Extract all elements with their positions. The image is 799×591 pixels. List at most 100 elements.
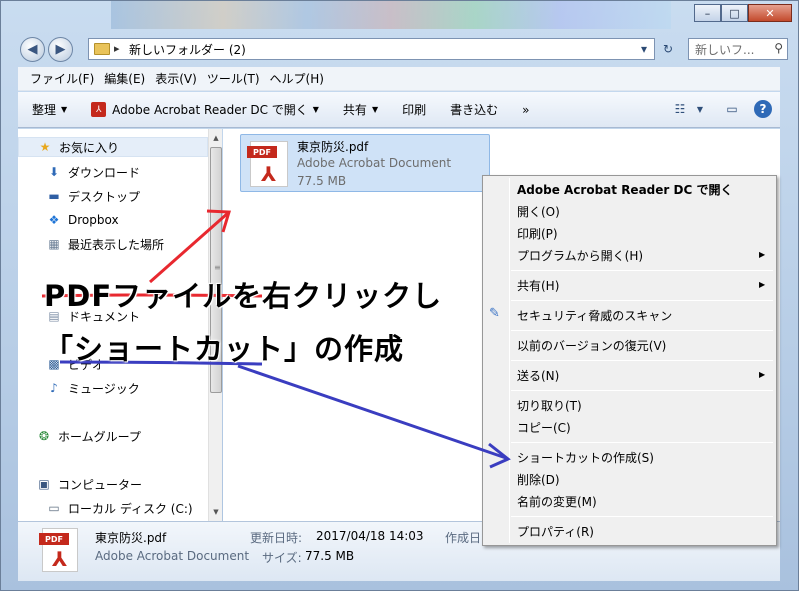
sidebar-item-label: デスクトップ <box>68 189 141 204</box>
pdf-file-icon: PDF ⅄ <box>39 528 78 572</box>
menu-open-with[interactable]: プログラムから開く(H) <box>517 247 643 264</box>
more-commands-button[interactable]: » <box>522 103 529 117</box>
menu-separator <box>511 300 773 301</box>
grip-icon: ≡ <box>214 263 221 272</box>
menu-properties[interactable]: プロパティ(R) <box>517 523 594 540</box>
menu-rename[interactable]: 名前の変更(M) <box>517 493 597 510</box>
menu-delete[interactable]: 削除(D) <box>517 471 560 488</box>
burn-label: 書き込む <box>450 103 499 117</box>
sidebar-item-label: 最近表示した場所 <box>68 237 165 252</box>
chevron-down-icon: ▼ <box>61 105 68 114</box>
menu-security-scan[interactable]: セキュリティ脅威のスキャン <box>517 307 672 324</box>
maximize-button[interactable]: □ <box>721 4 748 22</box>
preview-pane-icon[interactable]: ▭ <box>722 100 742 118</box>
open-with-label: Adobe Acrobat Reader DC で開く <box>112 103 308 117</box>
scroll-up-icon[interactable]: ▲ <box>210 131 222 145</box>
print-button[interactable]: 印刷 <box>402 101 426 118</box>
close-button[interactable]: ✕ <box>748 4 792 22</box>
back-button[interactable]: ◀ <box>20 37 45 62</box>
search-box[interactable]: 新しいフ... ⚲ <box>688 38 788 60</box>
sidebar-scrollbar[interactable]: ▲ ≡ ▼ <box>208 129 222 521</box>
details-modified-value: 2017/04/18 14:03 <box>316 529 424 543</box>
chevron-down-icon: ▼ <box>312 105 319 114</box>
menu-create-shortcut[interactable]: ショートカットの作成(S) <box>517 449 654 466</box>
sidebar-item-computer[interactable]: ▣ コンピューター <box>36 474 142 494</box>
share-button[interactable]: 共有 ▼ <box>343 101 378 118</box>
menu-open[interactable]: 開く(O) <box>517 203 560 220</box>
acrobat-icon: ⅄ <box>91 102 107 117</box>
context-menu: Adobe Acrobat Reader DC で開く 開く(O) 印刷(P) … <box>482 175 777 546</box>
forward-button[interactable]: ▶ <box>48 37 73 62</box>
address-bar[interactable]: ▸ 新しいフォルダー (2) <box>88 38 655 60</box>
sidebar-item-music[interactable]: ♪ ミュージック <box>46 378 140 398</box>
chevron-down-icon: ▼ <box>371 105 379 114</box>
menu-print[interactable]: 印刷(P) <box>517 225 558 242</box>
menu-separator <box>511 330 773 331</box>
organize-button[interactable]: 整理 ▼ <box>32 101 67 118</box>
menu-restore-versions[interactable]: 以前のバージョンの復元(V) <box>517 337 666 354</box>
refresh-button[interactable]: ↻ <box>657 38 679 60</box>
chevron-down-icon[interactable]: ▼ <box>690 100 710 118</box>
menu-view[interactable]: 表示(V) <box>155 70 197 87</box>
music-icon: ♪ <box>50 381 58 395</box>
menu-separator <box>511 442 773 443</box>
sidebar-item-downloads[interactable]: ⬇ ダウンロード <box>46 162 140 182</box>
command-bar: 整理 ▼ ⅄ Adobe Acrobat Reader DC で開く ▼ 共有 ▼ 印刷… <box>18 92 780 128</box>
back-arrow-icon: ◀ <box>27 42 38 57</box>
homegroup-icon: ❂ <box>38 429 50 443</box>
breadcrumb-folder[interactable]: 新しいフォルダー (2) <box>129 41 246 58</box>
sidebar-item-label: ミュージック <box>68 381 140 396</box>
drive-icon: ▭ <box>48 501 60 515</box>
menu-cut[interactable]: 切り取り(T) <box>517 397 582 414</box>
details-created-label: 作成日 <box>445 531 482 545</box>
chevron-down-icon: ▾ <box>640 42 648 56</box>
search-icon[interactable]: ⚲ <box>774 41 783 55</box>
view-controls: ☷ ▼ ▭ ? <box>658 100 772 118</box>
menu-file[interactable]: ファイル(F) <box>30 70 94 87</box>
forward-arrow-icon: ▶ <box>55 42 66 57</box>
menu-separator <box>511 360 773 361</box>
menu-share[interactable]: 共有(H) <box>517 277 559 294</box>
menu-copy[interactable]: コピー(C) <box>517 419 571 436</box>
menu-help[interactable]: ヘルプ(H) <box>270 70 324 87</box>
search-input[interactable]: 新しいフ... <box>695 41 754 58</box>
menu-send-to[interactable]: 送る(N) <box>517 367 559 384</box>
file-size: 77.5 MB <box>297 174 347 188</box>
breadcrumb-chevron-icon[interactable]: ▸ <box>114 42 120 55</box>
menu-open-acrobat[interactable]: Adobe Acrobat Reader DC で開く <box>517 181 732 198</box>
sidebar-item-local-disk[interactable]: ▭ ローカル ディスク (C:) <box>46 498 192 518</box>
sidebar-item-favorites[interactable]: ★ お気に入り <box>18 137 208 157</box>
sidebar-item-label: ホームグループ <box>58 429 141 444</box>
submenu-arrow-icon: ▶ <box>759 280 766 289</box>
dropbox-icon: ❖ <box>48 213 60 227</box>
address-dropdown-button[interactable]: ▾ <box>633 38 655 60</box>
help-icon[interactable]: ? <box>754 100 772 118</box>
sidebar-item-label: お気に入り <box>59 140 120 155</box>
pdf-label: PDF <box>39 533 69 545</box>
minimize-button[interactable]: – <box>694 4 721 22</box>
burn-button[interactable]: 書き込む <box>450 101 498 118</box>
details-file-name: 東京防災.pdf <box>95 531 167 545</box>
window-controls: – □ ✕ <box>694 4 792 22</box>
sidebar-item-homegroup[interactable]: ❂ ホームグループ <box>36 426 141 446</box>
refresh-icon: ↻ <box>662 42 674 56</box>
details-modified-label: 更新日時: <box>250 531 303 545</box>
sidebar-item-dropbox[interactable]: ❖ Dropbox <box>46 210 119 230</box>
scroll-down-icon[interactable]: ▼ <box>210 505 222 519</box>
menu-edit[interactable]: 編集(E) <box>104 70 145 87</box>
annotation-line-1: PDFファイルを右クリックし <box>44 279 443 313</box>
file-item[interactable]: PDF ⅄ 東京防災.pdf Adobe Acrobat Document 77… <box>240 134 490 192</box>
menu-tools[interactable]: ツール(T) <box>207 70 260 87</box>
recent-places-icon: ▦ <box>48 237 60 251</box>
print-label: 印刷 <box>402 103 427 117</box>
open-with-acrobat-button[interactable]: ⅄ Adobe Acrobat Reader DC で開く ▼ <box>91 101 319 118</box>
change-view-icon[interactable]: ☷ <box>670 100 690 118</box>
details-size-value: 77.5 MB <box>305 549 355 563</box>
sidebar-item-label: ダウンロード <box>68 165 141 180</box>
sidebar-item-desktop[interactable]: ▬ デスクトップ <box>46 186 140 206</box>
menu-separator <box>511 516 773 517</box>
sidebar-item-recent[interactable]: ▦ 最近表示した場所 <box>46 234 164 254</box>
menu-separator <box>511 270 773 271</box>
pdf-label: PDF <box>247 146 277 158</box>
folder-icon <box>94 43 110 55</box>
